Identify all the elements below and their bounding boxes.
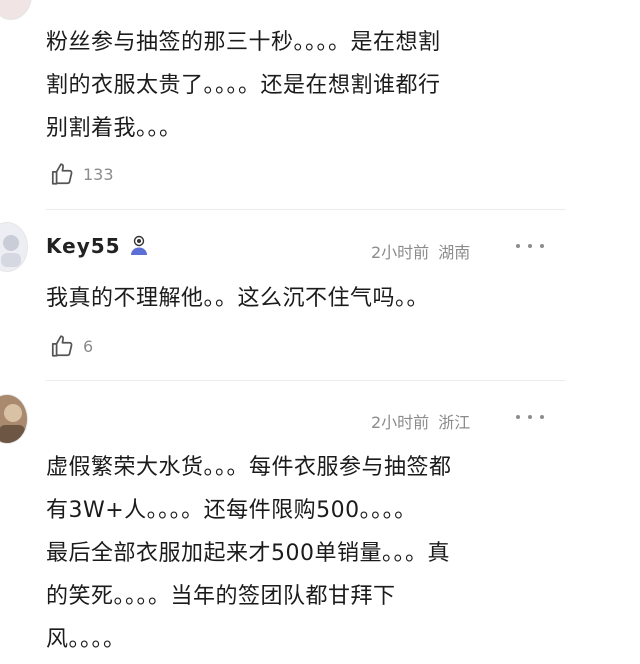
- avatar[interactable]: [0, 394, 28, 444]
- more-dots-icon: [516, 244, 544, 248]
- comment-location: 浙江: [438, 413, 471, 432]
- comment-line: 的笑死。。。。当年的签团队都甘拜下: [46, 584, 396, 609]
- comment-line: 虚假繁荣大水货。。。每件衣服参与抽签都: [46, 455, 452, 480]
- divider: [46, 380, 566, 381]
- more-dots-icon: [516, 415, 544, 419]
- avatar-image: [0, 395, 27, 443]
- comment-meta: 2小时前 浙江: [371, 409, 470, 433]
- comment-line: 有3W+人。。。。还每件限购500。。。。: [46, 498, 417, 523]
- more-button[interactable]: [516, 241, 544, 251]
- comment-text: 粉丝参与抽签的那三十秒。。。。是在想割 割的衣服太贵了。。。。还是在想割谁都行 …: [46, 21, 546, 150]
- like-count: 6: [83, 336, 94, 356]
- divider: [46, 209, 566, 210]
- user-badge-icon: [131, 235, 147, 255]
- thumbs-up-icon: [51, 335, 73, 357]
- avatar-image: [0, 223, 27, 271]
- more-button[interactable]: [516, 412, 544, 422]
- comment-line: 粉丝参与抽签的那三十秒。。。。是在想割: [46, 30, 441, 55]
- comment-time: 2小时前: [371, 413, 430, 432]
- comment-line: 我真的不理解他。。这么沉不住气吗。。: [46, 286, 430, 311]
- like-button[interactable]: 133: [49, 161, 114, 187]
- like-count: 133: [83, 164, 114, 184]
- comment-location: 湖南: [438, 243, 471, 262]
- username[interactable]: Key55: [46, 234, 121, 258]
- comment-text: 我真的不理解他。。这么沉不住气吗。。: [46, 277, 546, 320]
- comment-line: 别割着我。。。: [46, 116, 182, 141]
- comment-text: 虚假繁荣大水货。。。每件衣服参与抽签都 有3W+人。。。。还每件限购500。。。…: [46, 446, 546, 661]
- comment-line: 最后全部衣服加起来才500单销量。。。真: [46, 541, 450, 566]
- avatar[interactable]: [0, 0, 32, 20]
- thumbs-up-icon: [51, 163, 73, 185]
- avatar[interactable]: [0, 222, 28, 272]
- comment-time: 2小时前: [371, 243, 430, 262]
- comment-line: 割的衣服太贵了。。。。还是在想割谁都行: [46, 73, 441, 98]
- comment-line: 风。。。。: [46, 627, 126, 652]
- like-button[interactable]: 6: [49, 333, 93, 359]
- comment-meta: 2小时前 湖南: [371, 239, 470, 263]
